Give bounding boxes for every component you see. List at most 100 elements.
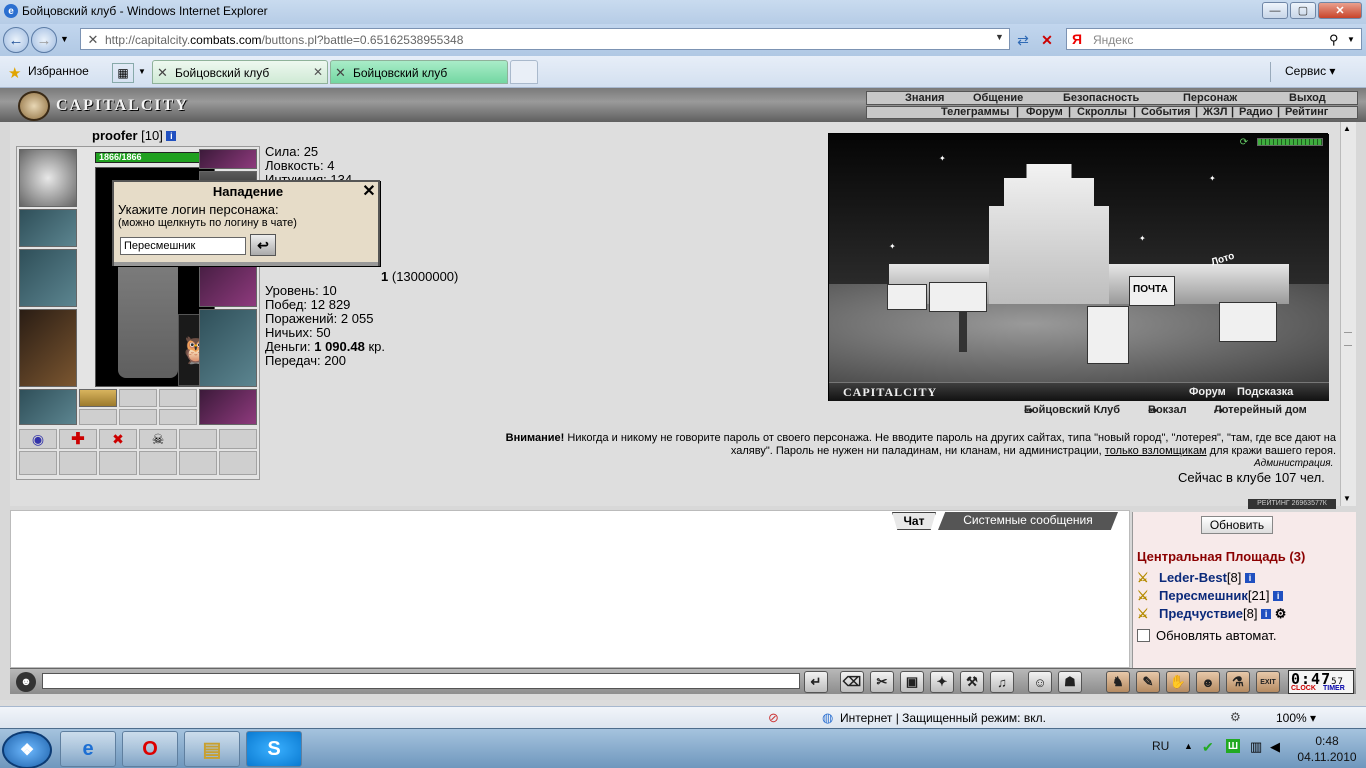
- heal-scroll-slot[interactable]: ✚: [59, 429, 97, 449]
- attack-scroll-slot[interactable]: ✖: [99, 429, 137, 449]
- friends-button[interactable]: ☻: [1196, 671, 1220, 693]
- scroll-up-icon[interactable]: ▲: [1343, 124, 1351, 133]
- tray-clock[interactable]: 0:48 04.11.2010: [1294, 733, 1360, 765]
- helmet-slot[interactable]: [19, 149, 77, 207]
- empty-scroll-slot[interactable]: [219, 451, 257, 475]
- save-log-button[interactable]: ▣: [900, 671, 924, 693]
- search-icon[interactable]: ⚲: [1329, 32, 1339, 48]
- empty-ring-slot[interactable]: [119, 389, 157, 407]
- auto-refresh-option[interactable]: Обновлять автомат.: [1137, 628, 1276, 643]
- warning-link[interactable]: только взломщикам: [1105, 445, 1207, 457]
- house[interactable]: [929, 282, 987, 312]
- zoom-level[interactable]: 100% ▾: [1276, 711, 1316, 725]
- smiles-button[interactable]: ☺: [1028, 671, 1052, 693]
- menu-forum[interactable]: Форум: [1026, 106, 1063, 118]
- favorites-button[interactable]: Избранное: [28, 64, 89, 78]
- search-input[interactable]: Яндекс: [1093, 33, 1133, 47]
- empty-scroll-slot[interactable]: [179, 451, 217, 475]
- private-button[interactable]: ✦: [930, 671, 954, 693]
- armor-slot[interactable]: [19, 309, 77, 387]
- empty-gem-slot[interactable]: [119, 409, 157, 425]
- helm-button[interactable]: ☗: [1058, 671, 1082, 693]
- translit-button[interactable]: ⚒: [960, 671, 984, 693]
- house[interactable]: [887, 284, 927, 310]
- menu-exit[interactable]: Выход: [1289, 92, 1326, 104]
- auto-refresh-checkbox[interactable]: [1137, 629, 1150, 642]
- fight-button[interactable]: ♞: [1106, 671, 1130, 693]
- close-icon[interactable]: ✕: [362, 183, 376, 200]
- protected-mode-icon[interactable]: ⚙: [1230, 710, 1241, 724]
- empty-gem-slot[interactable]: [79, 409, 117, 425]
- character-name[interactable]: proofer [10] i: [92, 128, 177, 143]
- lottery-building[interactable]: [1219, 302, 1277, 342]
- menu-character[interactable]: Персонаж: [1183, 92, 1237, 104]
- chat-area[interactable]: [10, 510, 1130, 668]
- address-url[interactable]: http://capitalcity.combats.com/buttons.p…: [105, 33, 463, 47]
- bracers-slot[interactable]: [19, 209, 77, 247]
- monument[interactable]: [959, 312, 967, 352]
- user-peresmeshnik[interactable]: ⚔ Пересмешник[21] i: [1137, 588, 1284, 604]
- city-forum-link[interactable]: Форум: [1189, 386, 1226, 398]
- empty-ring-slot[interactable]: [159, 389, 197, 407]
- empty-scroll-slot[interactable]: [99, 451, 137, 475]
- menu-rating[interactable]: Рейтинг: [1285, 106, 1328, 118]
- bank-building[interactable]: [1087, 306, 1129, 364]
- city-map[interactable]: ✦ ✦ ✦ ✦ ПОЧТА Лото CAPITALCITY Форум Под…: [828, 133, 1329, 401]
- city-hint-link[interactable]: Подсказка: [1237, 386, 1293, 398]
- blocked-icon[interactable]: ⊘: [768, 710, 779, 726]
- search-box[interactable]: Я Яндекс ⚲ ▼: [1066, 28, 1362, 50]
- menu-security[interactable]: Безопасность: [1063, 92, 1139, 104]
- volume-tray-icon[interactable]: ◀: [1270, 739, 1280, 755]
- ring-slot[interactable]: [79, 389, 117, 407]
- close-tab-icon[interactable]: ✕: [313, 65, 323, 79]
- refresh-button[interactable]: Обновить: [1201, 516, 1273, 534]
- chat-mode-icon[interactable]: ☻: [16, 672, 36, 692]
- empty-scroll-slot[interactable]: [59, 451, 97, 475]
- scroll-thumb[interactable]: [1344, 332, 1352, 346]
- tab-list-dropdown-icon[interactable]: ▼: [138, 67, 146, 76]
- scroll-down-icon[interactable]: ▼: [1343, 494, 1351, 503]
- refresh-icon[interactable]: ⟳: [1237, 136, 1251, 148]
- tab-combats-1[interactable]: ✕ Бойцовский клуб ✕: [152, 60, 328, 84]
- skills-button[interactable]: ✎: [1136, 671, 1160, 693]
- skype-taskbar-icon[interactable]: S: [246, 731, 302, 767]
- sound-button[interactable]: ♫: [990, 671, 1014, 693]
- menu-knowledge[interactable]: Знания: [905, 92, 944, 104]
- forward-button[interactable]: →: [31, 27, 57, 53]
- network-tray-icon[interactable]: ▥: [1250, 739, 1262, 755]
- info-icon[interactable]: i: [1261, 609, 1272, 619]
- login-input[interactable]: Пересмешник: [120, 237, 246, 255]
- opera-taskbar-icon[interactable]: O: [122, 731, 178, 767]
- clear-button[interactable]: ⌫: [840, 671, 864, 693]
- empty-scroll-slot[interactable]: [179, 429, 217, 449]
- quick-tabs-icon[interactable]: ▦: [112, 63, 134, 83]
- ie-taskbar-icon[interactable]: e: [60, 731, 116, 767]
- attack-submit-button[interactable]: ↩: [250, 234, 276, 256]
- security-tray-icon[interactable]: ✔: [1202, 739, 1214, 756]
- address-dropdown-icon[interactable]: ▼: [995, 32, 1004, 42]
- close-button[interactable]: ✕: [1318, 2, 1362, 19]
- app-tray-icon[interactable]: Ш: [1226, 739, 1240, 753]
- belt-slot[interactable]: [19, 389, 77, 425]
- page-scrollbar[interactable]: ▲ ▼: [1340, 122, 1356, 506]
- address-bar[interactable]: ✕ http://capitalcity.combats.com/buttons…: [80, 28, 1010, 50]
- refresh-icon[interactable]: ⇄: [1014, 31, 1032, 49]
- tab-combats-2[interactable]: ✕ Бойцовский клуб: [330, 60, 508, 84]
- exit-button[interactable]: EXIT: [1256, 671, 1280, 693]
- menu-events[interactable]: События: [1141, 106, 1190, 118]
- filter-button[interactable]: ✂: [870, 671, 894, 693]
- menu-scrolls[interactable]: Скроллы: [1077, 106, 1127, 118]
- empty-gem-slot[interactable]: [159, 409, 197, 425]
- tray-expand-icon[interactable]: ▲: [1184, 741, 1193, 751]
- magic-scroll-slot[interactable]: ◉: [19, 429, 57, 449]
- chat-input[interactable]: [42, 673, 800, 689]
- attack-scroll-slot[interactable]: ☠: [139, 429, 177, 449]
- search-dropdown-icon[interactable]: ▼: [1347, 35, 1355, 44]
- user-predchuvstvie[interactable]: ⚔ Предчуствие[8] i ⚙: [1137, 606, 1286, 622]
- info-icon[interactable]: i: [1245, 573, 1256, 583]
- send-button[interactable]: ↵: [804, 671, 828, 693]
- explorer-taskbar-icon[interactable]: ▤: [184, 731, 240, 767]
- tab-chat[interactable]: Чат: [892, 512, 936, 530]
- stop-icon[interactable]: ✕: [1038, 31, 1056, 49]
- weapon-slot[interactable]: [19, 249, 77, 307]
